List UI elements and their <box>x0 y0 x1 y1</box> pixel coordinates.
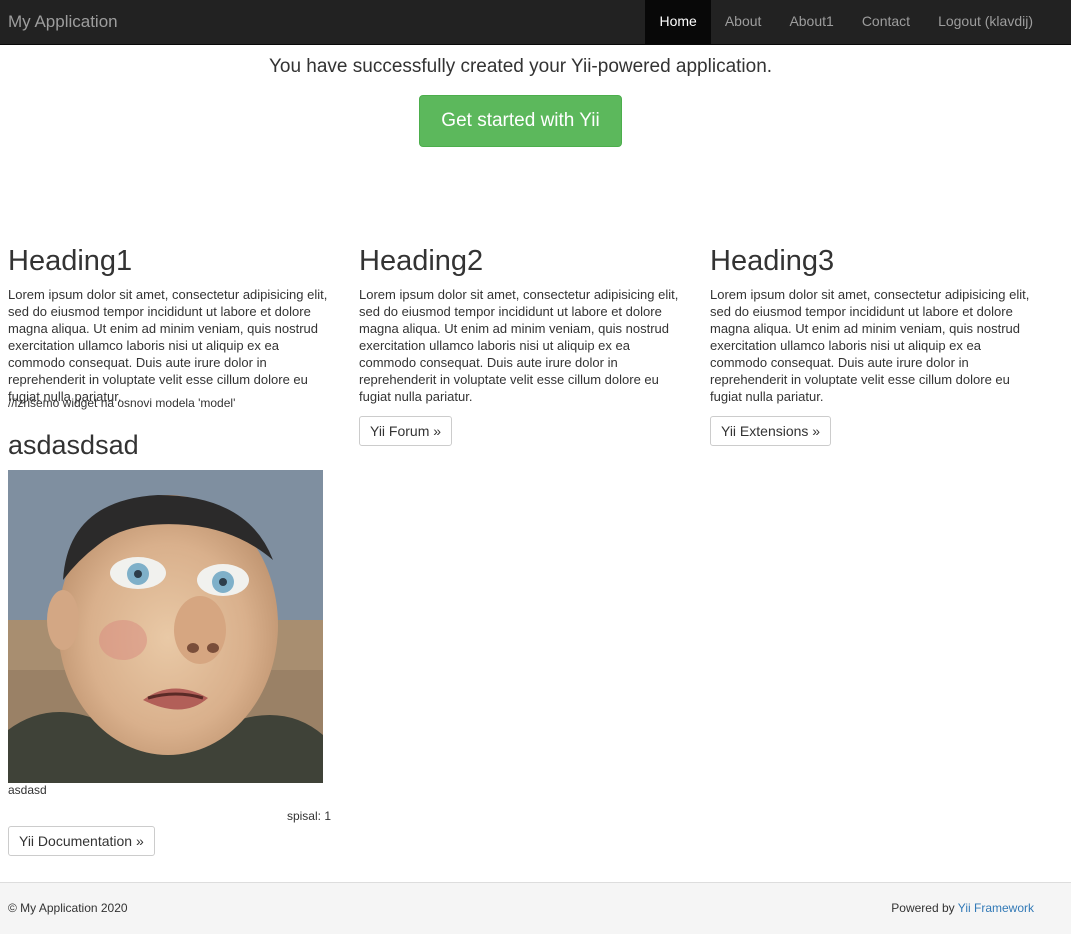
model-caption: asdasd <box>8 783 47 797</box>
widget-comment: //izrišemo widget na osnovi modela 'mode… <box>8 396 236 410</box>
nav-item-about[interactable]: About <box>711 0 776 44</box>
column-3: Heading3 Lorem ipsum dolor sit amet, con… <box>710 244 1040 446</box>
puppet-face-illustration <box>8 470 323 783</box>
get-started-button[interactable]: Get started with Yii <box>419 95 622 147</box>
footer-copyright: © My Application 2020 <box>8 901 128 915</box>
brand-link[interactable]: My Application <box>8 12 118 32</box>
nav-item-logout[interactable]: Logout (klavdij) <box>924 0 1047 44</box>
navbar: My Application Home About About1 Contact… <box>0 0 1071 45</box>
footer-powered-by: Powered by Yii Framework <box>891 901 1034 915</box>
column-heading: Heading2 <box>359 245 484 277</box>
nav-item-contact[interactable]: Contact <box>848 0 924 44</box>
column-heading: Heading1 <box>8 245 133 277</box>
model-image <box>8 470 323 783</box>
nav-menu: Home About About1 Contact Logout (klavdi… <box>645 0 1047 44</box>
nav-item-home[interactable]: Home <box>645 0 711 44</box>
column-2: Heading2 Lorem ipsum dolor sit amet, con… <box>359 244 689 446</box>
model-author: spisal: 1 <box>286 809 331 823</box>
column-text: Lorem ipsum dolor sit amet, consectetur … <box>359 287 679 404</box>
yii-extensions-button[interactable]: Yii Extensions » <box>710 416 832 446</box>
column-1: Heading1 Lorem ipsum dolor sit amet, con… <box>8 244 338 405</box>
column-heading: Heading3 <box>710 245 835 277</box>
column-text: Lorem ipsum dolor sit amet, consectetur … <box>8 287 328 404</box>
column-text: Lorem ipsum dolor sit amet, consectetur … <box>710 287 1030 404</box>
nav-item-about1[interactable]: About1 <box>775 0 847 44</box>
model-title: asdasdsad <box>8 430 139 460</box>
yii-framework-link[interactable]: Yii Framework <box>958 901 1034 915</box>
yii-forum-button[interactable]: Yii Forum » <box>359 416 453 446</box>
jumbotron-lead: You have successfully created your Yii-p… <box>268 56 773 77</box>
footer: © My Application 2020 Powered by Yii Fra… <box>0 882 1071 934</box>
powered-by-label: Powered by <box>891 901 955 915</box>
yii-documentation-button[interactable]: Yii Documentation » <box>8 826 155 856</box>
